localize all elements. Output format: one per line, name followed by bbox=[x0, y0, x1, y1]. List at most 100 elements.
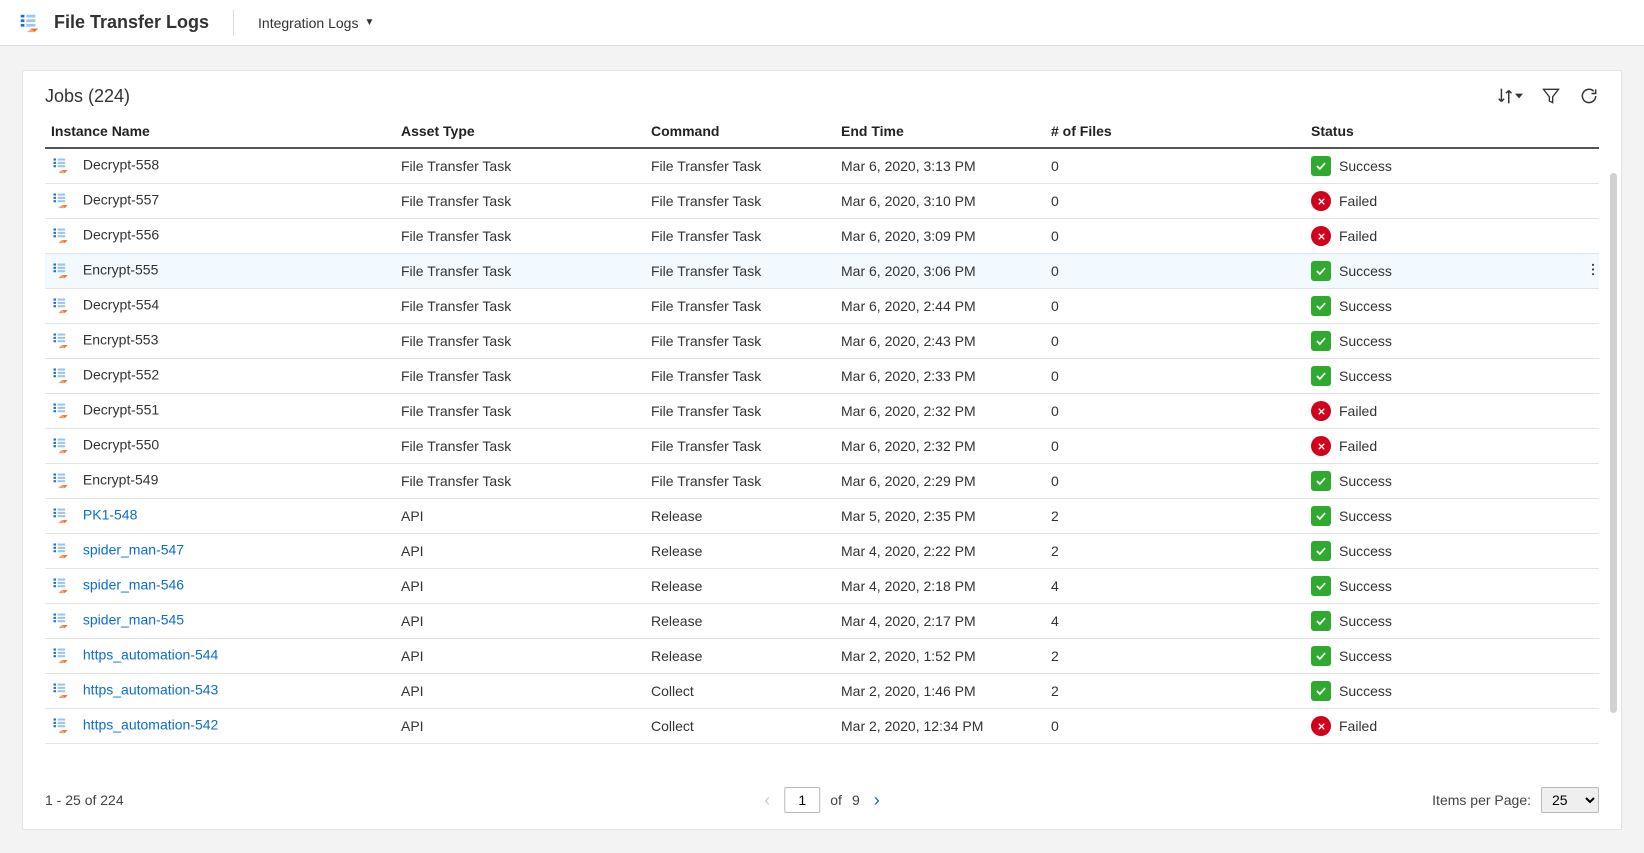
table-row[interactable]: Encrypt-555 File Transfer Task File Tran… bbox=[45, 254, 1599, 289]
cell-command: Release bbox=[645, 604, 835, 639]
col-header-files[interactable]: # of Files bbox=[1045, 115, 1305, 148]
success-icon bbox=[1311, 681, 1331, 701]
cell-instance: https_automation-543 bbox=[45, 674, 395, 709]
cell-end-time: Mar 2, 2020, 12:34 PM bbox=[835, 709, 1045, 744]
table-row[interactable]: spider_man-545 API Release Mar 4, 2020, … bbox=[45, 604, 1599, 639]
cell-command: File Transfer Task bbox=[645, 184, 835, 219]
pager: 1 - 25 of 224 ‹ of 9 › Items per Page: 1… bbox=[23, 773, 1621, 829]
cell-files: 0 bbox=[1045, 289, 1305, 324]
cell-status: Failed bbox=[1305, 709, 1599, 744]
success-icon bbox=[1311, 156, 1331, 176]
success-icon bbox=[1311, 611, 1331, 631]
cell-status: Success bbox=[1305, 534, 1599, 569]
table-row[interactable]: Encrypt-549 File Transfer Task File Tran… bbox=[45, 464, 1599, 499]
pager-right: Items per Page: 102550100 bbox=[1432, 787, 1599, 813]
success-icon bbox=[1311, 331, 1331, 351]
instance-name[interactable]: https_automation-542 bbox=[83, 717, 218, 733]
instance-name[interactable]: PK1-548 bbox=[83, 507, 137, 523]
cell-end-time: Mar 4, 2020, 2:17 PM bbox=[835, 604, 1045, 639]
cell-instance: Decrypt-552 bbox=[45, 359, 395, 394]
next-page-button[interactable]: › bbox=[870, 790, 884, 811]
instance-name[interactable]: https_automation-544 bbox=[83, 647, 218, 663]
row-icon bbox=[51, 366, 71, 386]
table-header-row: Instance Name Asset Type Command End Tim… bbox=[45, 115, 1599, 148]
col-header-asset-type[interactable]: Asset Type bbox=[395, 115, 645, 148]
cell-status: Failed bbox=[1305, 429, 1599, 464]
pager-total-pages: 9 bbox=[852, 792, 860, 808]
cell-files: 2 bbox=[1045, 534, 1305, 569]
cell-command: File Transfer Task bbox=[645, 359, 835, 394]
cell-end-time: Mar 6, 2020, 2:43 PM bbox=[835, 324, 1045, 359]
failed-icon bbox=[1311, 401, 1331, 421]
table-row[interactable]: Encrypt-553 File Transfer Task File Tran… bbox=[45, 324, 1599, 359]
filter-button[interactable] bbox=[1541, 86, 1561, 106]
row-icon bbox=[51, 436, 71, 456]
row-icon bbox=[51, 611, 71, 631]
table-row[interactable]: Decrypt-556 File Transfer Task File Tran… bbox=[45, 219, 1599, 254]
table-row[interactable]: Decrypt-558 File Transfer Task File Tran… bbox=[45, 148, 1599, 184]
cell-asset-type: API bbox=[395, 569, 645, 604]
cell-instance: Decrypt-551 bbox=[45, 394, 395, 429]
instance-name[interactable]: spider_man-545 bbox=[83, 612, 184, 628]
cell-end-time: Mar 4, 2020, 2:18 PM bbox=[835, 569, 1045, 604]
cell-command: File Transfer Task bbox=[645, 464, 835, 499]
col-header-end-time[interactable]: End Time bbox=[835, 115, 1045, 148]
table-row[interactable]: https_automation-542 API Collect Mar 2, … bbox=[45, 709, 1599, 744]
failed-icon bbox=[1311, 436, 1331, 456]
table-scrollbar[interactable] bbox=[1610, 173, 1617, 713]
row-actions-button[interactable] bbox=[1585, 262, 1599, 281]
instance-name[interactable]: https_automation-543 bbox=[83, 682, 218, 698]
col-header-instance[interactable]: Instance Name bbox=[45, 115, 395, 148]
cell-end-time: Mar 6, 2020, 2:44 PM bbox=[835, 289, 1045, 324]
items-per-page-select[interactable]: 102550100 bbox=[1541, 787, 1599, 813]
row-icon bbox=[51, 401, 71, 421]
col-header-status[interactable]: Status bbox=[1305, 115, 1599, 148]
cell-instance: spider_man-546 bbox=[45, 569, 395, 604]
cell-instance: Encrypt-549 bbox=[45, 464, 395, 499]
table-row[interactable]: https_automation-543 API Collect Mar 2, … bbox=[45, 674, 1599, 709]
cell-files: 4 bbox=[1045, 569, 1305, 604]
cell-instance: https_automation-544 bbox=[45, 639, 395, 674]
status-label: Success bbox=[1339, 368, 1392, 384]
table-row[interactable]: Decrypt-550 File Transfer Task File Tran… bbox=[45, 429, 1599, 464]
page-input[interactable] bbox=[784, 787, 820, 813]
cell-end-time: Mar 6, 2020, 3:13 PM bbox=[835, 148, 1045, 184]
status-label: Success bbox=[1339, 333, 1392, 349]
col-header-command[interactable]: Command bbox=[645, 115, 835, 148]
cell-instance: Encrypt-553 bbox=[45, 324, 395, 359]
table-row[interactable]: Decrypt-551 File Transfer Task File Tran… bbox=[45, 394, 1599, 429]
failed-icon bbox=[1311, 191, 1331, 211]
cell-asset-type: API bbox=[395, 709, 645, 744]
cell-command: File Transfer Task bbox=[645, 289, 835, 324]
table-row[interactable]: PK1-548 API Release Mar 5, 2020, 2:35 PM… bbox=[45, 499, 1599, 534]
refresh-button[interactable] bbox=[1579, 86, 1599, 106]
cell-status: Success bbox=[1305, 674, 1599, 709]
cell-instance: Decrypt-554 bbox=[45, 289, 395, 324]
dropdown-label: Integration Logs bbox=[258, 15, 358, 31]
cell-command: Release bbox=[645, 639, 835, 674]
cell-end-time: Mar 6, 2020, 3:10 PM bbox=[835, 184, 1045, 219]
table-row[interactable]: Decrypt-557 File Transfer Task File Tran… bbox=[45, 184, 1599, 219]
cell-end-time: Mar 6, 2020, 2:32 PM bbox=[835, 394, 1045, 429]
cell-instance: spider_man-547 bbox=[45, 534, 395, 569]
table-row[interactable]: spider_man-546 API Release Mar 4, 2020, … bbox=[45, 569, 1599, 604]
sort-button[interactable] bbox=[1495, 85, 1523, 107]
cell-files: 0 bbox=[1045, 324, 1305, 359]
row-icon bbox=[51, 191, 71, 211]
prev-page-button[interactable]: ‹ bbox=[760, 790, 774, 811]
cell-asset-type: File Transfer Task bbox=[395, 324, 645, 359]
instance-name[interactable]: spider_man-546 bbox=[83, 577, 184, 593]
cell-status: Success bbox=[1305, 324, 1599, 359]
table-row[interactable]: https_automation-544 API Release Mar 2, … bbox=[45, 639, 1599, 674]
logs-type-dropdown[interactable]: Integration Logs ▼ bbox=[258, 15, 374, 31]
success-icon bbox=[1311, 506, 1331, 526]
instance-name[interactable]: spider_man-547 bbox=[83, 542, 184, 558]
instance-name: Encrypt-555 bbox=[83, 262, 158, 278]
cell-asset-type: File Transfer Task bbox=[395, 359, 645, 394]
table-row[interactable]: Decrypt-552 File Transfer Task File Tran… bbox=[45, 359, 1599, 394]
table-container: Instance Name Asset Type Command End Tim… bbox=[23, 115, 1621, 773]
jobs-title: Jobs (224) bbox=[45, 86, 130, 107]
instance-name: Encrypt-553 bbox=[83, 332, 158, 348]
table-row[interactable]: Decrypt-554 File Transfer Task File Tran… bbox=[45, 289, 1599, 324]
table-row[interactable]: spider_man-547 API Release Mar 4, 2020, … bbox=[45, 534, 1599, 569]
